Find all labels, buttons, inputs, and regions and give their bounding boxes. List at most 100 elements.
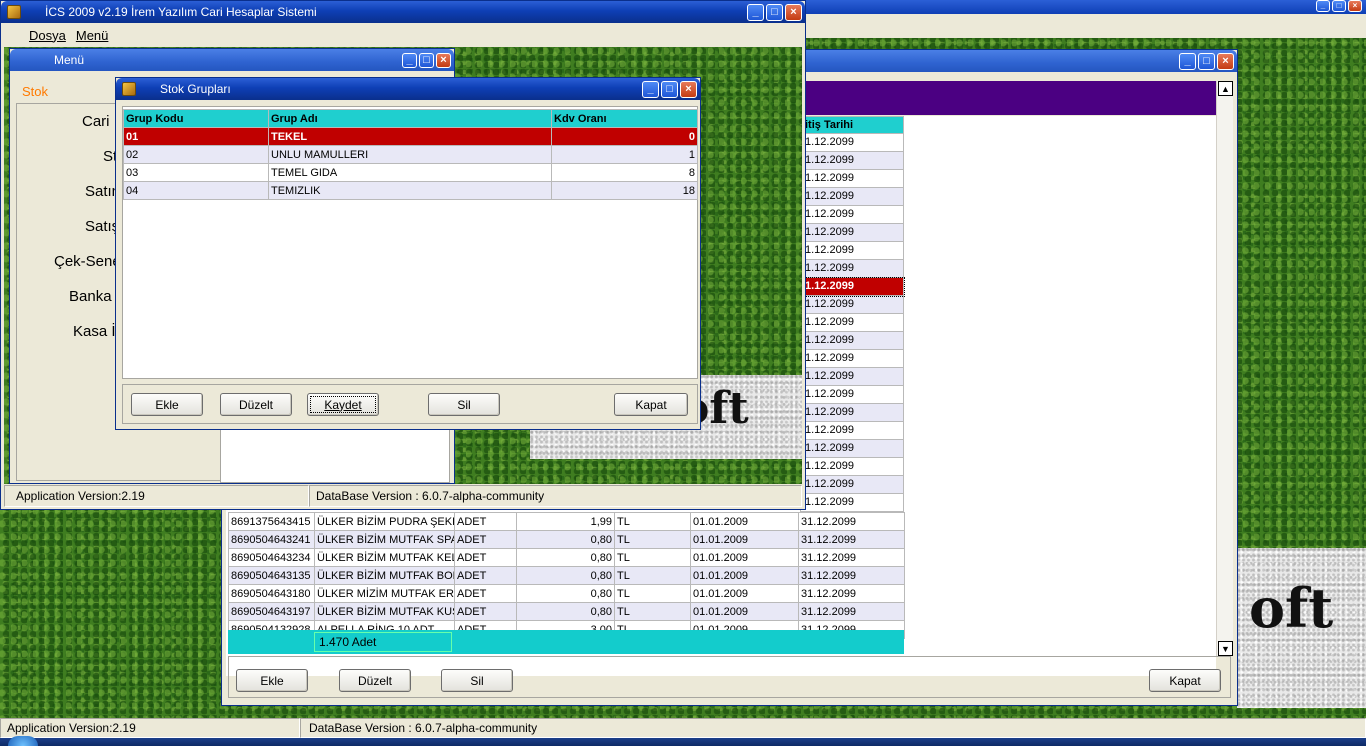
minimize-icon[interactable]: _	[642, 80, 659, 98]
close-icon[interactable]: ×	[436, 52, 451, 68]
bg-maximize-icon[interactable]: □	[1332, 0, 1346, 12]
kdv-orani-cell: 0	[551, 127, 698, 146]
taskbar	[0, 738, 1366, 746]
bg-minimize-icon[interactable]: _	[1316, 0, 1330, 12]
minimize-icon[interactable]: _	[402, 52, 417, 68]
scroll-down-icon[interactable]: ▼	[1218, 641, 1233, 656]
fiyat-cell: 0,80	[516, 548, 615, 567]
date-cell: 1.12.2099	[800, 350, 904, 368]
date-cell: 1.12.2099	[800, 368, 904, 386]
table-row[interactable]: 8691375643415 ÜLKER BİZİM PUDRA ŞEKER ADET…	[228, 512, 905, 531]
desktop-status-bar: Application Version:2.19 DataBase Versio…	[0, 718, 1366, 738]
grup-row[interactable]: 03 TEMEL GIDA 8	[123, 163, 698, 182]
maximize-icon[interactable]: □	[661, 80, 678, 98]
close-icon[interactable]: ×	[785, 3, 802, 21]
dialog-icon	[122, 82, 136, 96]
grid-right-blank	[903, 116, 1216, 656]
menu-window-title: Menü	[54, 53, 85, 67]
grup-row[interactable]: 02 UNLU MAMULLERI 1	[123, 145, 698, 164]
bitis-tarihi-cell: 31.12.2099	[798, 584, 905, 603]
table-row[interactable]: 8690504643135 ÜLKER BİZİM MUTFAK BON ADET 0…	[228, 566, 905, 585]
main-status-db-version: DataBase Version : 6.0.7-alpha-community	[309, 485, 802, 507]
para-birimi-cell: TL	[614, 530, 691, 549]
sil-button[interactable]: Sil	[428, 393, 500, 416]
scroll-up-icon[interactable]: ▲	[1218, 81, 1233, 96]
date-cell: 1.12.2099	[800, 134, 904, 152]
col-grup-adi[interactable]: Grup Adı	[268, 109, 552, 128]
minimize-icon[interactable]: _	[747, 3, 764, 21]
duzelt-button[interactable]: Düzelt	[339, 669, 411, 692]
urun-adi-cell: ÜLKER BİZİM PUDRA ŞEKER	[314, 512, 455, 531]
fiyat-cell: 0,80	[516, 530, 615, 549]
birim-cell: ADET	[454, 512, 517, 531]
sil-button[interactable]: Sil	[441, 669, 513, 692]
urun-adi-cell: ÜLKER MİZİM MUTFAK ERİŞ	[314, 584, 455, 603]
urun-adi-cell: ÜLKER BİZİM MUTFAK SPA	[314, 530, 455, 549]
date-cell: 1.12.2099	[800, 206, 904, 224]
barkod-cell: 8691375643415	[228, 512, 315, 531]
maximize-icon[interactable]: □	[419, 52, 434, 68]
birim-cell: ADET	[454, 530, 517, 549]
birim-cell: ADET	[454, 566, 517, 585]
app-icon	[7, 5, 21, 19]
grup-row[interactable]: 04 TEMIZLIK 18	[123, 181, 698, 200]
date-column-header: itiş Tarihi	[800, 116, 904, 134]
ekle-button[interactable]: Ekle	[236, 669, 308, 692]
date-cell: 1.12.2099	[800, 260, 904, 278]
grup-kodu-cell: 04	[123, 181, 269, 200]
table-row[interactable]: 8690504643234 ÜLKER BİZİM MUTFAK KELE ADET…	[228, 548, 905, 567]
stok-gruplari-title: Stok Grupları	[160, 82, 231, 96]
table-row[interactable]: 8690504643197 ÜLKER BİZİM MUTFAK KUSI ADET…	[228, 602, 905, 621]
bitis-tarihi-cell: 31.12.2099	[798, 530, 905, 549]
menu-banka[interactable]: Banka İ	[69, 288, 120, 305]
main-titlebar: İCS 2009 v2.19 İrem Yazılım Cari Hesapla…	[1, 1, 805, 23]
grup-kodu-cell: 01	[123, 127, 269, 146]
kapat-button[interactable]: Kapat	[614, 393, 688, 416]
table-row[interactable]: 8690504643241 ÜLKER BİZİM MUTFAK SPA ADET 0…	[228, 530, 905, 549]
maximize-icon[interactable]: □	[1198, 52, 1215, 70]
logo-block: oft	[1237, 548, 1366, 708]
close-icon[interactable]: ×	[1217, 52, 1234, 70]
grup-adi-cell: UNLU MAMULLERI	[268, 145, 552, 164]
start-button-icon[interactable]	[8, 736, 38, 746]
kaydet-button[interactable]: Kaydet	[307, 393, 379, 416]
minimize-icon[interactable]: _	[1179, 52, 1196, 70]
date-column: itiş Tarihi 1.12.2099 1.12.2099 1.12.2099 1…	[799, 116, 905, 512]
tab-stok[interactable]: Stok	[22, 84, 48, 99]
vertical-scrollbar[interactable]: ▲ ▼	[1216, 81, 1233, 656]
menu-dosya[interactable]: Dosya	[29, 28, 66, 43]
barkod-cell: 8690504643234	[228, 548, 315, 567]
bg-close-icon[interactable]: ×	[1348, 0, 1362, 12]
ekle-button[interactable]: Ekle	[131, 393, 203, 416]
fiyat-cell: 1,99	[516, 512, 615, 531]
grup-row[interactable]: 01 TEKEL 0	[123, 127, 698, 146]
duzelt-button[interactable]: Düzelt	[220, 393, 292, 416]
col-grup-kodu[interactable]: Grup Kodu	[123, 109, 269, 128]
table-row[interactable]: 8690504643180 ÜLKER MİZİM MUTFAK ERİŞ ADET…	[228, 584, 905, 603]
urun-adi-cell: ÜLKER BİZİM MUTFAK KUSI	[314, 602, 455, 621]
menu-menu[interactable]: Menü	[76, 28, 109, 43]
grup-button-panel	[122, 384, 698, 424]
close-icon[interactable]: ×	[680, 80, 697, 98]
date-cell: 1.12.2099	[800, 458, 904, 476]
grup-grid: Grup Kodu Grup Adı Kdv Oranı 01 TEKEL 0 02 U…	[123, 109, 698, 200]
date-cell: 1.12.2099	[800, 296, 904, 314]
bitis-tarihi-cell: 31.12.2099	[798, 512, 905, 531]
kapat-button[interactable]: Kapat	[1149, 669, 1221, 692]
col-kdv-orani[interactable]: Kdv Oranı	[551, 109, 698, 128]
main-status-bar: Application Version:2.19 DataBase Versio…	[4, 485, 802, 507]
date-cell: 1.12.2099	[800, 224, 904, 242]
date-cell: 1.12.2099	[800, 314, 904, 332]
grup-adi-cell: TEMIZLIK	[268, 181, 552, 200]
background-window-bar	[806, 14, 1366, 38]
desktop-status-app-version: Application Version:2.19	[0, 718, 300, 738]
menu-cek-senet[interactable]: Çek-Sene	[54, 253, 121, 270]
barkod-cell: 8690504643135	[228, 566, 315, 585]
menu-cari[interactable]: Cari İ	[82, 113, 118, 130]
date-cell: 1.12.2099	[800, 476, 904, 494]
date-cell: 1.12.2099	[800, 386, 904, 404]
maximize-icon[interactable]: □	[766, 3, 783, 21]
date-cell: 1.12.2099	[800, 422, 904, 440]
grup-kodu-cell: 03	[123, 163, 269, 182]
baslangic-tarihi-cell: 01.01.2009	[690, 584, 799, 603]
